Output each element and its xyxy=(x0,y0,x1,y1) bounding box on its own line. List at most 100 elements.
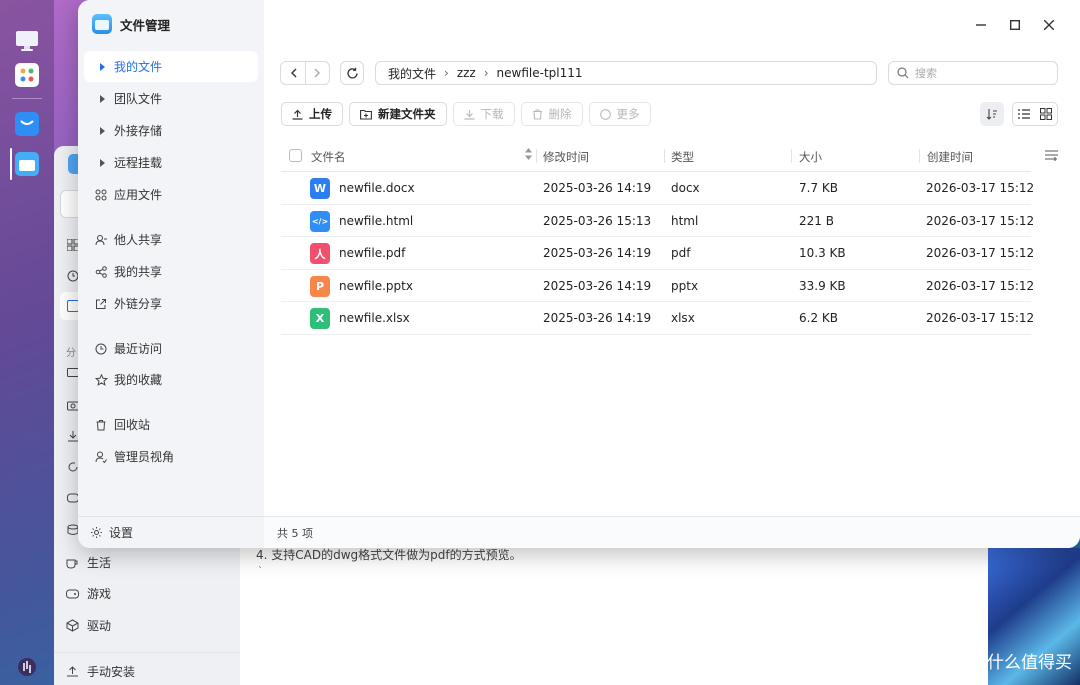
background-section-label: 分 xyxy=(66,348,76,359)
file-type: pptx xyxy=(671,278,699,293)
column-header-size[interactable]: 大小 xyxy=(799,149,822,165)
sort-button[interactable] xyxy=(980,102,1004,126)
watermark-text: 什么值得买 xyxy=(987,653,1072,673)
breadcrumb-item[interactable]: 我的文件 xyxy=(388,65,436,82)
file-modified: 2025-03-26 14:19 xyxy=(543,246,652,260)
upload-label: 上传 xyxy=(309,107,332,121)
sidebar-item-label: 我的收藏 xyxy=(114,373,163,387)
background-nav-label: 生活 xyxy=(87,556,112,570)
breadcrumb-item[interactable]: zzz xyxy=(457,66,476,80)
column-header-modified[interactable]: 修改时间 xyxy=(543,149,589,165)
sidebar-item-recent[interactable]: 最近访问 xyxy=(84,333,258,364)
file-modified: 2025-03-26 14:19 xyxy=(543,311,652,325)
sidebar-item-app-files[interactable]: 应用文件 xyxy=(84,179,258,210)
sidebar-item-my-shares[interactable]: 我的共享 xyxy=(84,256,258,287)
table-row[interactable]: X newfile.xlsx 2025-03-26 14:19 xlsx 6.2… xyxy=(281,302,1035,335)
app-center-icon[interactable] xyxy=(12,60,42,90)
more-button[interactable]: 更多 xyxy=(588,102,651,126)
sidebar-item-label: 回收站 xyxy=(114,418,151,432)
share-icon xyxy=(94,265,108,279)
file-type: pdf xyxy=(671,246,691,260)
sidebar-divider xyxy=(78,516,264,517)
delete-button[interactable]: 删除 xyxy=(520,102,583,126)
table-row[interactable]: W newfile.docx 2025-03-26 14:19 docx 7.7… xyxy=(281,172,1035,205)
sidebar-item-external-storage[interactable]: 外接存储 xyxy=(84,115,258,146)
close-icon[interactable] xyxy=(1032,14,1066,36)
settings-button[interactable]: 设置 xyxy=(90,524,133,541)
breadcrumb[interactable]: 我的文件 › zzz › newfile-tpl111 xyxy=(375,61,877,85)
sidebar-item-label: 他人共享 xyxy=(114,233,163,247)
grid-view-icon[interactable] xyxy=(1035,103,1057,125)
background-nav-manual-install[interactable]: 手动安装 xyxy=(66,663,135,680)
file-type: html xyxy=(671,213,699,228)
sidebar-item-recycle-bin[interactable]: 回收站 xyxy=(84,409,258,440)
download-button[interactable]: 下载 xyxy=(452,102,515,126)
clock-icon xyxy=(94,342,108,356)
sort-arrows-icon[interactable] xyxy=(525,148,532,160)
file-name[interactable]: newfile.pptx xyxy=(339,279,413,293)
sidebar-item-favorites[interactable]: 我的收藏 xyxy=(84,364,258,395)
file-size: 10.3 KB xyxy=(799,246,846,260)
minimize-icon[interactable] xyxy=(964,14,998,36)
background-nav-drivers[interactable]: 驱动 xyxy=(66,617,111,634)
trash-icon xyxy=(94,418,108,432)
desktop-icon[interactable] xyxy=(12,26,42,56)
sidebar-item-team-files[interactable]: 团队文件 xyxy=(84,83,258,114)
back-button[interactable] xyxy=(281,62,305,84)
maximize-icon[interactable] xyxy=(998,14,1032,36)
history-buttons xyxy=(280,61,330,85)
sidebar-item-my-files[interactable]: 我的文件 xyxy=(84,51,258,82)
file-type: xlsx xyxy=(671,311,695,325)
table-row[interactable]: P newfile.pptx 2025-03-26 14:19 pptx 33.… xyxy=(281,270,1035,302)
list-view-icon[interactable] xyxy=(1013,103,1035,125)
forward-button[interactable] xyxy=(305,62,329,84)
sidebar-item-label: 我的共享 xyxy=(114,265,163,279)
new-folder-button[interactable]: 新建文件夹 xyxy=(349,102,447,126)
file-name[interactable]: newfile.html xyxy=(339,214,413,228)
dock xyxy=(0,0,54,685)
refresh-button[interactable] xyxy=(340,61,364,85)
file-created: 2026-03-17 15:12 xyxy=(926,181,1035,195)
table-row[interactable]: 人 newfile.pdf 2025-03-26 14:19 pdf 10.3 … xyxy=(281,237,1035,270)
search-box[interactable] xyxy=(888,61,1058,85)
sidebar-item-label: 外链分享 xyxy=(114,297,163,311)
sidebar-item-remote-mount[interactable]: 远程挂载 xyxy=(84,147,258,178)
search-input[interactable] xyxy=(915,66,1045,80)
background-nav-life[interactable]: 生活 xyxy=(66,554,111,571)
file-name[interactable]: newfile.docx xyxy=(339,181,415,195)
file-created: 2026-03-17 15:12 xyxy=(926,278,1035,293)
sidebar-item-shared-with-me[interactable]: 他人共享 xyxy=(84,224,258,255)
more-label: 更多 xyxy=(616,107,640,121)
window-controls xyxy=(964,14,1066,36)
file-modified: 2025-03-26 14:19 xyxy=(543,181,652,195)
breadcrumb-item[interactable]: newfile-tpl111 xyxy=(497,66,583,80)
file-table: 文件名 修改时间 类型 大小 创建时间 W newfile.docx 2025-… xyxy=(281,140,1035,335)
select-all-checkbox[interactable] xyxy=(289,149,302,162)
store-icon[interactable] xyxy=(12,109,42,139)
file-created: 2026-03-17 15:12 xyxy=(926,246,1035,260)
file-name[interactable]: newfile.pdf xyxy=(339,246,405,260)
table-header: 文件名 修改时间 类型 大小 创建时间 xyxy=(281,140,1031,172)
upload-button[interactable]: 上传 xyxy=(281,102,343,126)
column-header-created[interactable]: 创建时间 xyxy=(927,149,973,165)
file-manager-dock-icon[interactable] xyxy=(12,149,42,179)
system-status-icon[interactable] xyxy=(12,652,42,682)
file-created: 2026-03-17 15:12 xyxy=(926,311,1035,325)
background-nav-label: 手动安装 xyxy=(87,665,136,679)
sidebar-item-admin-view[interactable]: 管理员视角 xyxy=(84,441,258,472)
sidebar-item-external-link-share[interactable]: 外链分享 xyxy=(84,288,258,319)
file-manager-window: 文件管理 我的文件 团队文件 外接存储 远程挂载 应用文件 他人共享 我的共享 … xyxy=(78,0,1080,548)
word-file-icon: W xyxy=(310,178,330,199)
background-nav-games[interactable]: 游戏 xyxy=(66,585,111,602)
file-name[interactable]: newfile.xlsx xyxy=(339,311,410,325)
table-row[interactable]: </> newfile.html 2025-03-26 15:13 html 2… xyxy=(281,205,1034,237)
trash-icon xyxy=(532,108,543,120)
sidebar-item-label: 远程挂载 xyxy=(114,156,163,170)
column-header-name[interactable]: 文件名 xyxy=(311,149,346,165)
caret-right-icon xyxy=(94,156,108,170)
file-size: 33.9 KB xyxy=(799,278,846,293)
sidebar-item-label: 外接存储 xyxy=(114,124,163,138)
apps-icon xyxy=(94,188,108,202)
column-header-type[interactable]: 类型 xyxy=(671,149,694,165)
column-settings-icon[interactable] xyxy=(1045,150,1058,161)
